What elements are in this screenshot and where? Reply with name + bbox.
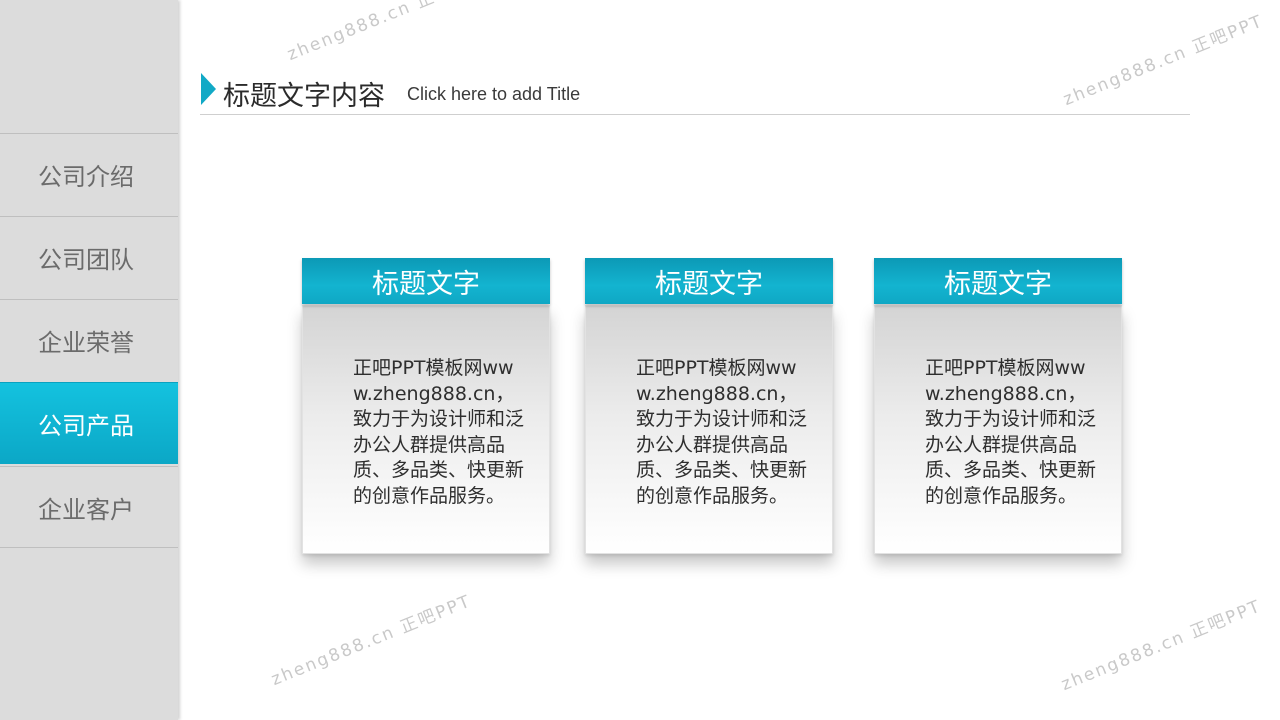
card-title[interactable]: 标题文字 xyxy=(302,258,550,304)
card-body: 正吧PPT模板网www.zheng888.cn，致力于为设计师和泛办公人群提供高… xyxy=(585,305,833,554)
sidebar-item-label: 公司介绍 xyxy=(38,163,134,191)
card-text[interactable]: 正吧PPT模板网www.zheng888.cn，致力于为设计师和泛办公人群提供高… xyxy=(353,356,528,509)
header-divider xyxy=(200,114,1190,115)
sidebar-item-company-clients[interactable]: 企业客户 xyxy=(0,466,178,548)
sidebar-item-company-intro[interactable]: 公司介绍 xyxy=(0,133,178,215)
page-subtitle[interactable]: Click here to add Title xyxy=(407,84,580,105)
card-title[interactable]: 标题文字 xyxy=(585,258,833,304)
sidebar-item-company-team[interactable]: 公司团队 xyxy=(0,216,178,298)
sidebar-item-company-products[interactable]: 公司产品 xyxy=(0,382,178,464)
sidebar-item-label: 企业客户 xyxy=(38,495,134,524)
sidebar: 公司介绍 公司团队 企业荣誉 公司产品 企业客户 xyxy=(0,0,178,720)
card-title[interactable]: 标题文字 xyxy=(874,258,1122,304)
content-card-2: 正吧PPT模板网www.zheng888.cn，致力于为设计师和泛办公人群提供高… xyxy=(585,258,833,554)
watermark: zheng888.cn 正吧PPT xyxy=(268,591,475,690)
watermark: zheng888.cn 正吧PPT xyxy=(284,0,491,65)
watermark: zheng888.cn 正吧PPT xyxy=(1060,11,1267,110)
content-card-1: 正吧PPT模板网www.zheng888.cn，致力于为设计师和泛办公人群提供高… xyxy=(302,258,550,554)
card-text[interactable]: 正吧PPT模板网www.zheng888.cn，致力于为设计师和泛办公人群提供高… xyxy=(636,356,811,509)
watermark: zheng888.cn 正吧PPT xyxy=(1058,596,1265,695)
sidebar-item-label: 公司团队 xyxy=(38,246,134,274)
content-card-3: 正吧PPT模板网www.zheng888.cn，致力于为设计师和泛办公人群提供高… xyxy=(874,258,1122,554)
card-body: 正吧PPT模板网www.zheng888.cn，致力于为设计师和泛办公人群提供高… xyxy=(874,305,1122,554)
title-arrow-icon xyxy=(201,73,216,105)
card-body: 正吧PPT模板网www.zheng888.cn，致力于为设计师和泛办公人群提供高… xyxy=(302,305,550,554)
card-text[interactable]: 正吧PPT模板网www.zheng888.cn，致力于为设计师和泛办公人群提供高… xyxy=(925,356,1100,509)
sidebar-item-label: 公司产品 xyxy=(38,412,134,440)
sidebar-item-label: 企业荣誉 xyxy=(38,329,134,357)
page-title[interactable]: 标题文字内容 xyxy=(223,74,385,113)
sidebar-item-company-honors[interactable]: 企业荣誉 xyxy=(0,299,178,381)
